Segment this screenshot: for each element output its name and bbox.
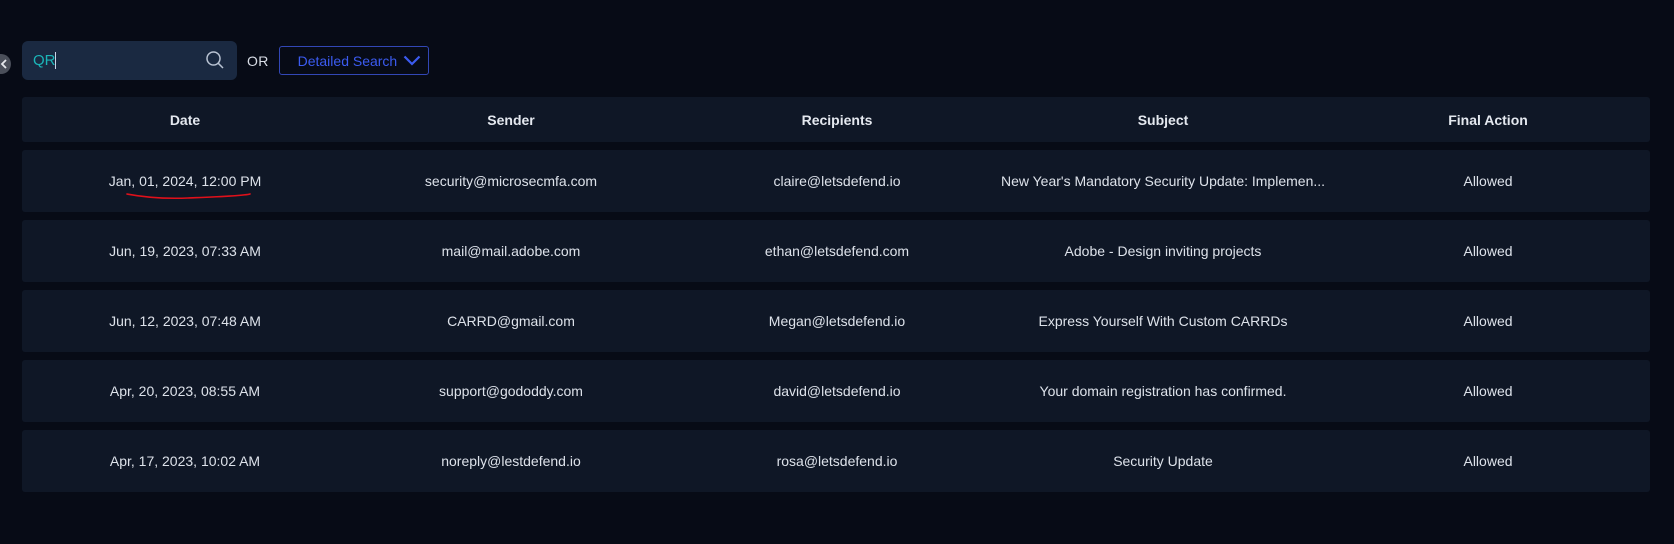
final-action-cell: Allowed xyxy=(1463,383,1513,399)
final-action-cell: Allowed xyxy=(1463,453,1513,469)
search-icon[interactable] xyxy=(205,50,225,70)
column-header-sender[interactable]: Sender xyxy=(348,112,674,128)
column-header-final-action[interactable]: Final Action xyxy=(1326,112,1650,128)
sender-cell: CARRD@gmail.com xyxy=(447,313,575,329)
subject-cell: Security Update xyxy=(1113,453,1213,469)
or-label: OR xyxy=(247,52,269,69)
table-row[interactable]: Jun, 12, 2023, 07:48 AM CARRD@gmail.com … xyxy=(22,290,1650,352)
date-cell: Jun, 19, 2023, 07:33 AM xyxy=(109,243,261,259)
date-cell: Jun, 12, 2023, 07:48 AM xyxy=(109,313,261,329)
search-bar: OR Detailed Search xyxy=(22,41,429,80)
detailed-search-label: Detailed Search xyxy=(297,52,398,69)
table-row[interactable]: Jan, 01, 2024, 12:00 PM security@microse… xyxy=(22,150,1650,212)
recipients-cell: david@letsdefend.io xyxy=(773,383,901,399)
final-action-cell: Allowed xyxy=(1463,313,1513,329)
search-input[interactable] xyxy=(22,41,192,80)
table-header: Date Sender Recipients Subject Final Act… xyxy=(22,97,1650,142)
subject-cell: Express Yourself With Custom CARRDs xyxy=(1038,313,1288,329)
detailed-search-button[interactable]: Detailed Search xyxy=(278,46,429,75)
date-cell: Jan, 01, 2024, 12:00 PM xyxy=(108,173,262,189)
search-box xyxy=(22,41,237,80)
subject-cell: Adobe - Design inviting projects xyxy=(1064,243,1262,259)
date-cell: Apr, 17, 2023, 10:02 AM xyxy=(109,453,261,469)
recipients-cell: Megan@letsdefend.io xyxy=(768,313,906,329)
table-row[interactable]: Apr, 17, 2023, 10:02 AM noreply@lestdefe… xyxy=(22,430,1650,492)
sender-cell: noreply@lestdefend.io xyxy=(441,453,581,469)
final-action-cell: Allowed xyxy=(1463,243,1513,259)
mail-log-page: OR Detailed Search Date Sender Recipient… xyxy=(0,0,1674,544)
text-cursor xyxy=(55,52,56,69)
subject-cell: New Year's Mandatory Security Update: Im… xyxy=(1000,173,1326,189)
date-cell: Apr, 20, 2023, 08:55 AM xyxy=(109,383,261,399)
column-header-date[interactable]: Date xyxy=(22,112,348,128)
subject-cell: Your domain registration has confirmed. xyxy=(1039,383,1287,399)
column-header-recipients[interactable]: Recipients xyxy=(674,112,1000,128)
recipients-cell: claire@letsdefend.io xyxy=(773,173,901,189)
recipients-cell: rosa@letsdefend.io xyxy=(776,453,898,469)
collapse-sidebar-button[interactable] xyxy=(0,54,11,74)
chevron-left-icon xyxy=(0,59,7,69)
table-row[interactable]: Apr, 20, 2023, 08:55 AM support@gododdy.… xyxy=(22,360,1650,422)
table-row[interactable]: Jun, 19, 2023, 07:33 AM mail@mail.adobe.… xyxy=(22,220,1650,282)
email-table: Date Sender Recipients Subject Final Act… xyxy=(22,97,1650,500)
column-header-subject[interactable]: Subject xyxy=(1000,112,1326,128)
sender-cell: mail@mail.adobe.com xyxy=(441,243,581,259)
sender-cell: support@gododdy.com xyxy=(439,383,583,399)
chevron-down-icon xyxy=(403,55,420,66)
recipients-cell: ethan@letsdefend.com xyxy=(764,243,910,259)
red-underline-annotation xyxy=(126,193,251,200)
final-action-cell: Allowed xyxy=(1463,173,1513,189)
sender-cell: security@microsecmfa.com xyxy=(424,173,598,189)
